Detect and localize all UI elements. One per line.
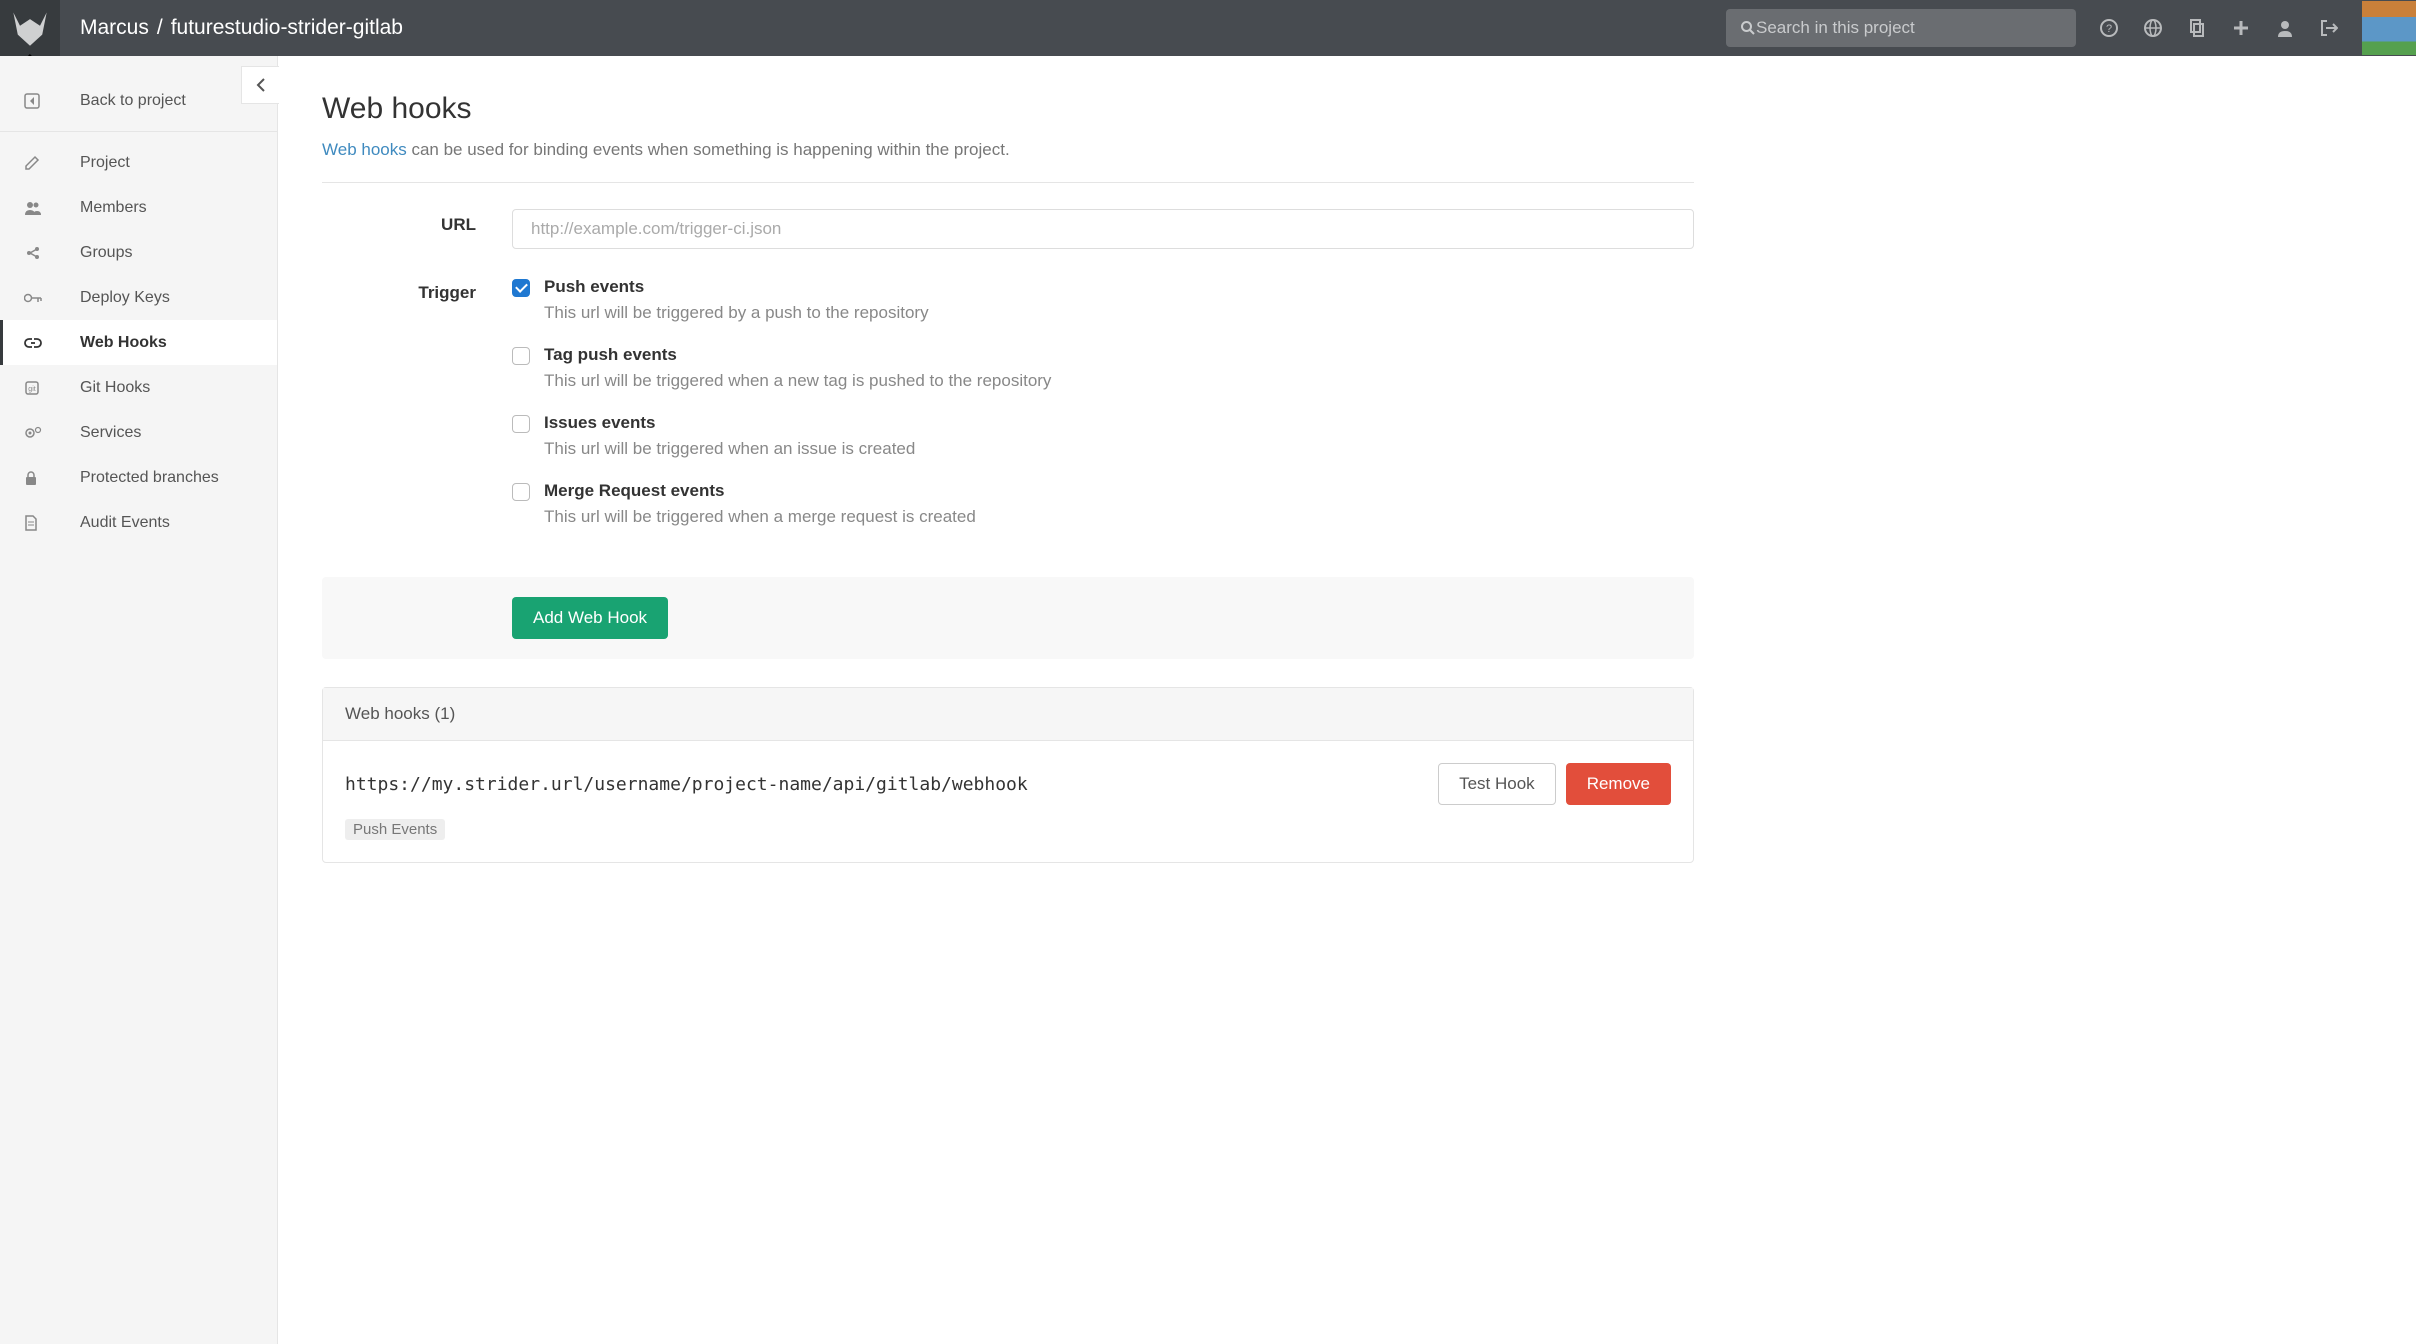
gitlab-fox-icon [10,8,50,48]
logo[interactable]: Dashboard [0,0,60,56]
svg-text:git: git [28,386,35,393]
webhook-url: https://my.strider.url/username/project-… [345,774,1028,795]
signout-icon[interactable] [2320,19,2338,37]
git-icon: git [24,380,58,396]
webhooks-list: Web hooks (1) https://my.strider.url/use… [322,687,1694,863]
trigger-label: Trigger [322,277,476,549]
sidebar-item-back[interactable]: Back to project [0,78,277,123]
key-icon [24,292,58,304]
sidebar-item-services[interactable]: Services [0,410,277,455]
pencil-icon [24,155,58,171]
cogs-icon [24,426,58,440]
svg-text:?: ? [2106,23,2112,35]
sidebar-item-deploy-keys[interactable]: Deploy Keys [0,275,277,320]
files-icon[interactable] [2188,19,2206,37]
url-label: URL [322,209,476,249]
sidebar-item-web-hooks[interactable]: Web Hooks [0,320,277,365]
trigger-name: Tag push events [544,345,1051,365]
sidebar-item-label: Git Hooks [80,379,150,397]
breadcrumb-separator: / [157,16,163,40]
test-hook-button[interactable]: Test Hook [1438,763,1556,805]
globe-icon[interactable] [2144,19,2162,37]
divider [322,182,1694,183]
webhook-badge: Push Events [345,819,445,840]
trigger-name: Merge Request events [544,481,976,501]
share-icon [24,245,58,261]
sidebar-item-git-hooks[interactable]: git Git Hooks [0,365,277,410]
help-icon[interactable]: ? [2100,19,2118,37]
search-icon [1740,20,1756,36]
sidebar-item-label: Project [80,154,130,172]
sidebar-item-groups[interactable]: Groups [0,230,277,275]
page-subtitle-text: can be used for binding events when some… [407,140,1010,159]
sidebar-item-audit-events[interactable]: Audit Events [0,500,277,545]
add-webhook-button[interactable]: Add Web Hook [512,597,668,639]
sidebar-item-protected-branches[interactable]: Protected branches [0,455,277,500]
project-search[interactable] [1726,9,2076,47]
trigger-checkbox[interactable] [512,279,530,297]
trigger-name: Push events [544,277,929,297]
trigger-item: Merge Request events This url will be tri… [512,481,1694,527]
breadcrumb: Marcus / futurestudio-strider-gitlab [80,16,403,40]
trigger-desc: This url will be triggered by a push to … [544,303,929,323]
sidebar-item-members[interactable]: Members [0,185,277,230]
plus-icon[interactable] [2232,19,2250,37]
sidebar-item-label: Members [80,199,147,217]
members-icon [24,201,58,215]
submit-bar: Add Web Hook [322,577,1694,659]
link-icon [24,338,58,348]
avatar[interactable] [2362,1,2416,55]
search-input[interactable] [1756,18,2062,38]
app-header: Dashboard Marcus / futurestudio-strider-… [0,0,2416,56]
trigger-name: Issues events [544,413,915,433]
webhook-row: https://my.strider.url/username/project-… [323,741,1693,862]
main-content: Web hooks Web hooks can be used for bind… [278,56,1738,1344]
trigger-desc: This url will be triggered when a new ta… [544,371,1051,391]
sidebar-item-label: Services [80,424,141,442]
page-title: Web hooks [322,92,1694,126]
trigger-checkbox[interactable] [512,347,530,365]
trigger-desc: This url will be triggered when a merge … [544,507,976,527]
trigger-item: Issues events This url will be triggered … [512,413,1694,459]
webhooks-list-heading: Web hooks (1) [323,688,1693,741]
trigger-desc: This url will be triggered when an issue… [544,439,915,459]
sidebar-item-label: Protected branches [80,469,219,487]
webhook-url-input[interactable] [512,209,1694,249]
trigger-checkbox[interactable] [512,415,530,433]
sidebar-item-label: Audit Events [80,514,170,532]
sidebar-item-label: Web Hooks [80,334,167,352]
sidebar-collapse-button[interactable] [241,66,279,104]
sidebar-item-label: Back to project [80,92,186,110]
breadcrumb-user[interactable]: Marcus [80,16,149,40]
page-subtitle-link[interactable]: Web hooks [322,140,407,159]
settings-sidebar: Back to project Project Members Groups D… [0,56,278,1344]
header-actions: ? [2076,19,2362,37]
caret-left-icon [24,93,58,109]
sidebar-item-project[interactable]: Project [0,140,277,185]
trigger-item: Tag push events This url will be triggere… [512,345,1694,391]
chevron-left-icon [256,78,266,92]
lock-icon [24,470,58,486]
file-icon [24,515,58,531]
trigger-checkbox[interactable] [512,483,530,501]
remove-hook-button[interactable]: Remove [1566,763,1671,805]
trigger-item: Push events This url will be triggered by… [512,277,1694,323]
form-row-trigger: Trigger Push events This url will be trig… [322,277,1694,549]
breadcrumb-project[interactable]: futurestudio-strider-gitlab [171,16,403,40]
user-icon[interactable] [2276,19,2294,37]
page-subtitle: Web hooks can be used for binding events… [322,140,1694,160]
sidebar-item-label: Groups [80,244,132,262]
form-row-url: URL [322,209,1694,249]
sidebar-item-label: Deploy Keys [80,289,170,307]
